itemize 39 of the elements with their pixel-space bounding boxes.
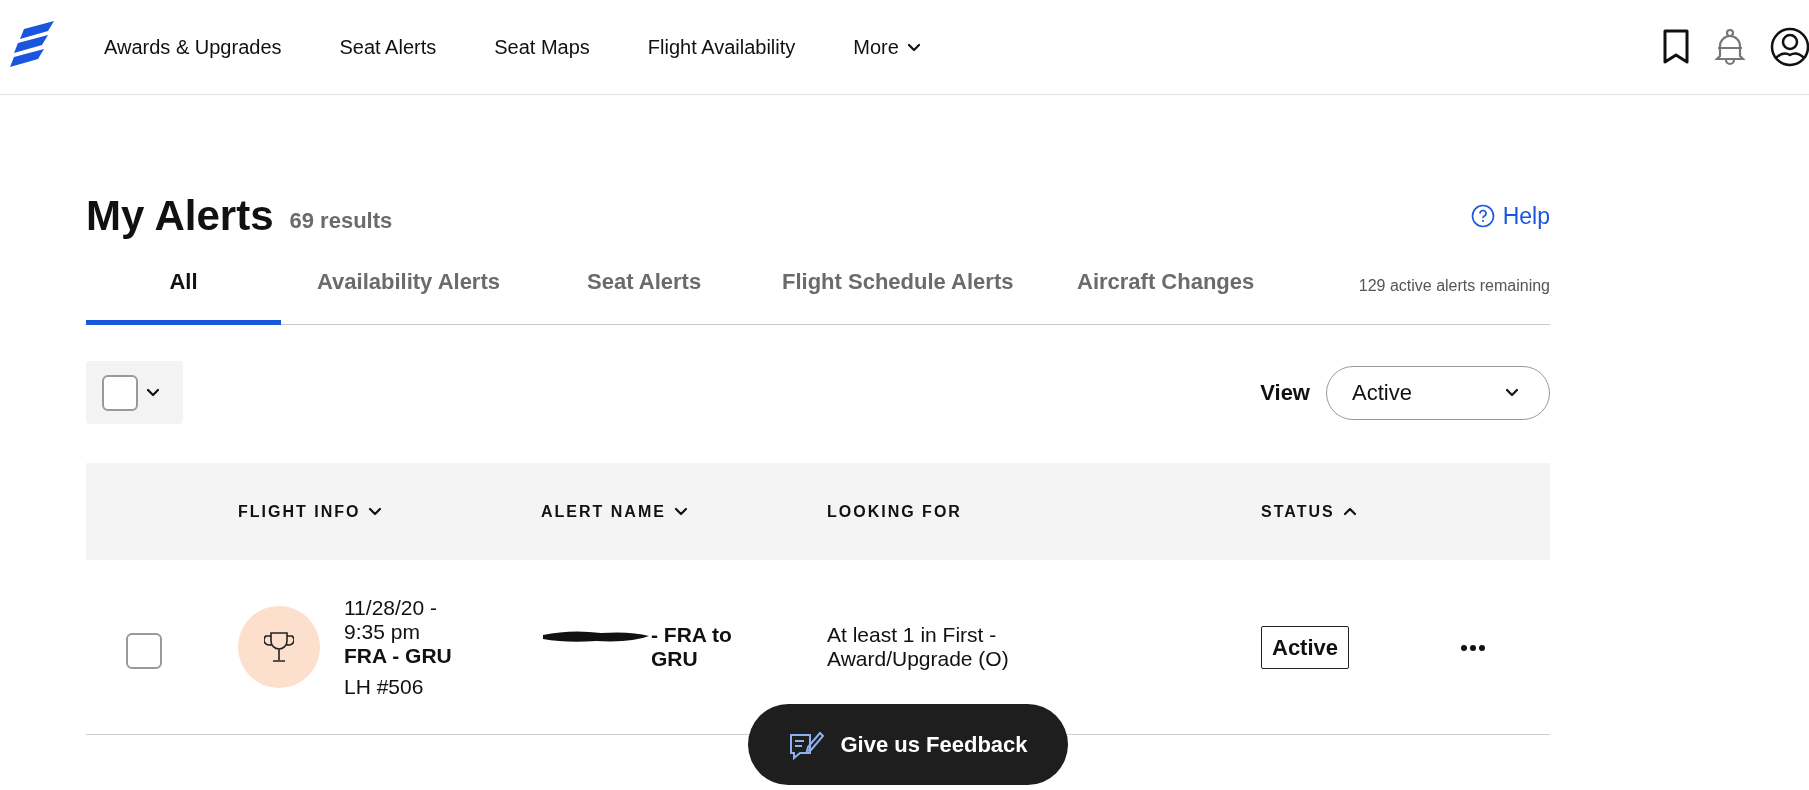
alert-name: - FRA to GRU (651, 623, 733, 672)
column-header: LOOKING FOR (827, 501, 962, 522)
tab[interactable]: Availability Alerts (317, 255, 587, 326)
feedback-button[interactable]: Give us Feedback (748, 704, 1068, 785)
flight-date-time: 11/28/20 - 9:35 pm (344, 596, 438, 645)
select-all-dropdown[interactable] (86, 361, 183, 425)
flight-number: LH #506 (344, 674, 425, 699)
flight-route: FRA - GRU (344, 644, 452, 669)
page-title: My Alerts (86, 191, 274, 241)
column-header[interactable]: FLIGHT INFO (238, 499, 361, 524)
more-menu[interactable]: More (853, 32, 921, 62)
nav-link[interactable]: Awards & Upgrades (104, 32, 282, 62)
bookmark-icon[interactable] (1662, 29, 1690, 65)
result-count: 69 results (289, 206, 393, 235)
more-options-icon[interactable] (1460, 644, 1486, 653)
column-header[interactable]: ALERT NAME (541, 499, 666, 524)
row-checkbox[interactable] (126, 632, 162, 669)
status-badge: Active (1261, 625, 1350, 669)
profile-icon[interactable] (1770, 27, 1809, 67)
bell-icon[interactable] (1714, 28, 1746, 66)
tab[interactable]: All (86, 255, 281, 326)
alerts-remaining: 129 active alerts remaining (1358, 276, 1550, 297)
nav-link[interactable]: Seat Maps (494, 32, 590, 62)
chevron-down-icon (906, 41, 921, 53)
trophy-icon (264, 630, 294, 665)
column-header[interactable]: STATUS (1261, 499, 1335, 524)
help-link[interactable]: Help (1470, 198, 1550, 234)
view-label: View (1260, 379, 1310, 408)
nav-link[interactable]: Seat Alerts (339, 32, 437, 62)
nav-link[interactable]: Flight Availability (647, 32, 796, 62)
chevron-down-icon (1505, 387, 1521, 399)
chevron-down-icon (146, 387, 160, 399)
tab[interactable]: Aircraft Changes (1077, 255, 1307, 326)
help-icon (1470, 204, 1495, 229)
tab[interactable]: Seat Alerts (587, 255, 782, 326)
select-all-checkbox[interactable] (102, 374, 138, 411)
looking-for: At least 1 in First - Award/Upgrade (O) (827, 623, 1010, 672)
view-select[interactable]: Active (1326, 365, 1550, 420)
tab[interactable]: Flight Schedule Alerts (782, 255, 1077, 326)
